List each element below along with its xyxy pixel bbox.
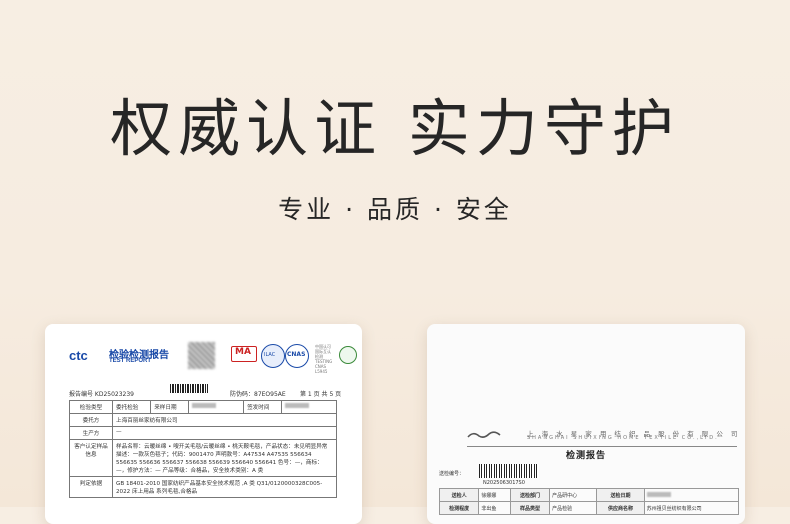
page-number: 第 1 页 共 5 页 [300, 391, 342, 398]
testing-mark-icon: 中国认可 国际互认 检测 TESTING CNAS L5945 [315, 344, 333, 374]
hero-banner: 权威认证 实力守护 专业 · 品质 · 安全 [0, 0, 790, 270]
page-title: 权威认证 实力守护 [110, 92, 680, 165]
company-name-en: SHANGHAI SHUIXING HOME TEXTILE CO.,LTD. [527, 435, 719, 441]
test-report-card: ctc 检验检测报告 TEST REPORT MA ILAC CNAS 中国认可… [45, 324, 362, 524]
report-table: 检验类型 委托检验 来样日期 签发时间 委托方 上海百丽丝家纺有限公司 生产方 … [69, 400, 337, 498]
table-row: 生产方 — [69, 426, 337, 440]
header-divider [467, 446, 737, 447]
report-no-label: 送检编号： [439, 471, 465, 477]
table-row: 判定依据 GB 18401-2010 国家纺织产品基本安全技术规范 ,A 类 Q… [69, 476, 337, 498]
ctc-logo: ctc 检验检测报告 TEST REPORT [69, 348, 169, 364]
seal-icon [339, 346, 357, 364]
report-info-table: 送检人 徐娜娜 送检部门 产品研中心 送检日期 检测程度 非出鱼 样品类型 产品… [438, 488, 740, 515]
barcode-number: N2025063017S0 [483, 480, 525, 486]
barcode-icon [170, 384, 208, 393]
company-header: 上 海 水 星 家 用 纺 织 品 股 份 有 限 公 司 SHANGHAI S… [467, 428, 737, 442]
table-row: 检验类型 委托检验 来样日期 签发时间 [69, 400, 337, 414]
page-subtitle: 专业 · 品质 · 安全 [278, 195, 512, 224]
table-row: 客户认定样品信息 样品名称：云暖丝绵 • 嗖开关毛毯/云暖丝绵 • 桃天鞍毛毯，… [69, 439, 337, 477]
qr-code-icon [188, 342, 215, 369]
report-header-logos: ctc 检验检测报告 TEST REPORT MA ILAC CNAS 中国认可… [69, 342, 359, 374]
table-row: 送检人 徐娜娜 送检部门 产品研中心 送检日期 [438, 488, 740, 502]
report-title: 检测报告 [565, 451, 606, 461]
shuixing-logo-icon [467, 431, 501, 438]
ctc-logo-en: TEST REPORT [109, 358, 152, 364]
ilac-badge-icon: ILAC [261, 344, 285, 368]
inspection-report-card: 上 海 水 星 家 用 纺 织 品 股 份 有 限 公 司 SHANGHAI S… [427, 324, 745, 524]
ctc-logo-mark: ctc [69, 348, 88, 363]
anti-fake-code: 防伪码：87EO95AE [230, 391, 286, 398]
table-row: 检测程度 非出鱼 样品类型 产品检验 供应商名称 苏州祖贝丝纺织有限公司 [438, 501, 740, 515]
cnas-badge-icon: CNAS [285, 344, 309, 368]
ma-badge-icon: MA [231, 346, 257, 362]
report-number: 报告编号 KD25023239 [69, 391, 135, 398]
table-row: 委托方 上海百丽丝家纺有限公司 [69, 413, 337, 427]
barcode-icon [479, 464, 539, 478]
